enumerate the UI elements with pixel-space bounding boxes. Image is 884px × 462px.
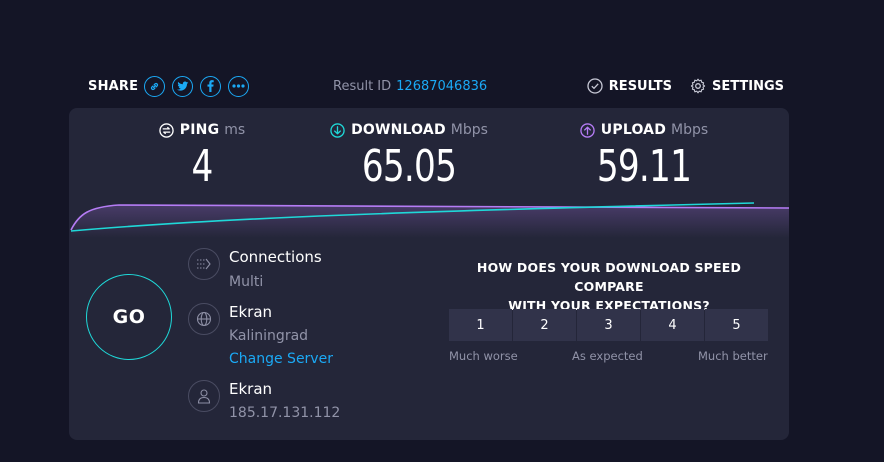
results-label: RESULTS bbox=[608, 78, 672, 94]
rating-option-4[interactable]: 4 bbox=[641, 309, 704, 341]
result-id-link[interactable]: 12687046836 bbox=[396, 79, 487, 94]
connections-value: Multi bbox=[229, 274, 264, 290]
share-label: SHARE bbox=[88, 78, 139, 94]
provider-icon-wrap bbox=[188, 380, 220, 412]
result-id-label: Result ID bbox=[333, 78, 392, 94]
ping-value: 4 bbox=[191, 141, 213, 192]
twitter-icon bbox=[176, 81, 189, 91]
link-icon bbox=[151, 82, 159, 90]
download-metric: DOWNLOAD Mbps 65.05 bbox=[324, 121, 494, 193]
connections-icon bbox=[197, 258, 211, 270]
results-panel: PING ms 4 DOWNLOAD Mbps 65.05 UPLOAD Mbp… bbox=[69, 108, 789, 440]
go-button[interactable]: GO bbox=[86, 274, 172, 360]
speed-graph bbox=[70, 202, 789, 238]
survey-question: HOW DOES YOUR DOWNLOAD SPEED COMPARE WIT… bbox=[441, 258, 777, 315]
server-title: Ekran bbox=[229, 303, 273, 321]
globe-icon bbox=[196, 311, 212, 327]
survey-question-line1: HOW DOES YOUR DOWNLOAD SPEED COMPARE bbox=[476, 260, 742, 294]
rating-option-3[interactable]: 3 bbox=[577, 309, 640, 341]
ping-label: PING bbox=[179, 122, 220, 138]
upload-value: 59.11 bbox=[596, 141, 692, 192]
share-group: SHARE bbox=[88, 72, 256, 100]
result-id: Result ID 12687046836 bbox=[333, 72, 487, 100]
more-icon bbox=[232, 84, 245, 88]
provider-title: Ekran bbox=[229, 380, 273, 398]
download-value: 65.05 bbox=[361, 141, 457, 192]
upload-label: UPLOAD bbox=[600, 122, 667, 138]
ping-icon bbox=[159, 122, 174, 138]
rating-option-2[interactable]: 2 bbox=[513, 309, 576, 341]
download-label: DOWNLOAD bbox=[351, 122, 446, 138]
provider-ip: 185.17.131.112 bbox=[229, 405, 341, 421]
results-link[interactable]: RESULTS bbox=[587, 78, 672, 94]
connections-icon-wrap bbox=[188, 248, 220, 280]
check-circle-icon bbox=[587, 78, 603, 94]
user-icon bbox=[197, 389, 211, 404]
upload-unit: Mbps bbox=[671, 122, 709, 138]
share-link-button[interactable] bbox=[144, 75, 166, 97]
server-icon-wrap bbox=[188, 303, 220, 335]
upload-graph-fill bbox=[71, 205, 789, 238]
change-server-link[interactable]: Change Server bbox=[229, 351, 333, 367]
server-location: Kaliningrad bbox=[229, 328, 309, 344]
ping-metric: PING ms 4 bbox=[157, 121, 247, 193]
connections-title: Connections bbox=[229, 248, 322, 266]
share-more-button[interactable] bbox=[228, 75, 250, 97]
upload-arrow-icon bbox=[580, 122, 595, 138]
facebook-icon bbox=[207, 80, 214, 92]
rating-option-1[interactable]: 1 bbox=[449, 309, 512, 341]
gear-icon bbox=[690, 78, 706, 94]
download-arrow-icon bbox=[330, 122, 345, 138]
upload-metric: UPLOAD Mbps 59.11 bbox=[574, 121, 714, 193]
download-unit: Mbps bbox=[450, 122, 488, 138]
top-bar: SHARE Result ID 12687046836 RESULTS SETT… bbox=[88, 72, 784, 100]
settings-label: SETTINGS bbox=[711, 78, 784, 94]
rating-scale: 1 2 3 4 5 bbox=[449, 309, 768, 341]
rating-mid-label: As expected bbox=[572, 349, 643, 363]
share-twitter-button[interactable] bbox=[172, 75, 194, 97]
top-links: RESULTS SETTINGS bbox=[569, 72, 784, 100]
settings-link[interactable]: SETTINGS bbox=[690, 78, 784, 94]
rating-high-label: Much better bbox=[698, 349, 768, 363]
rating-option-5[interactable]: 5 bbox=[705, 309, 768, 341]
ping-unit: ms bbox=[224, 122, 246, 138]
share-facebook-button[interactable] bbox=[200, 75, 222, 97]
rating-low-label: Much worse bbox=[449, 349, 518, 363]
